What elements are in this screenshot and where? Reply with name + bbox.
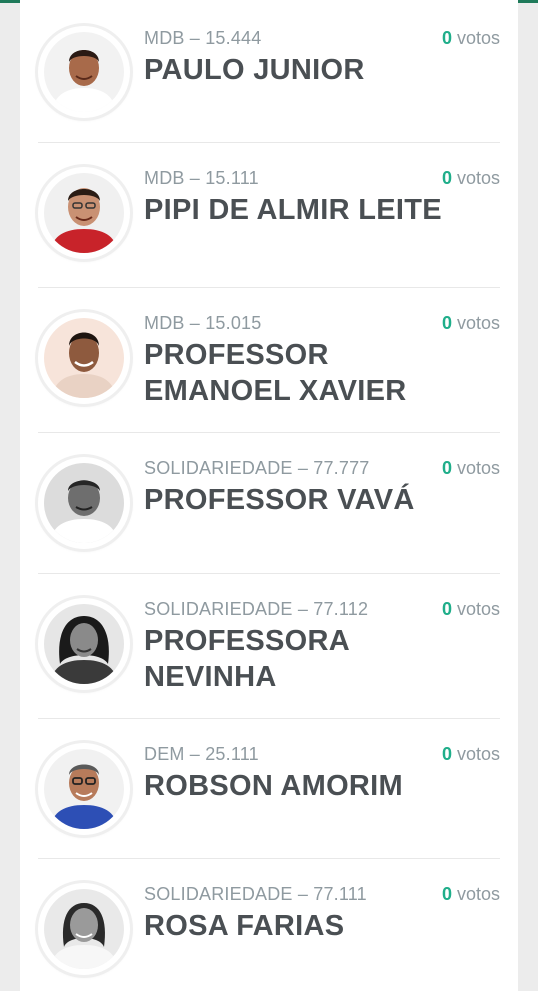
candidate-photo-icon (44, 463, 124, 543)
candidate-photo-icon (44, 173, 124, 253)
party-number: MDB – 15.015 (144, 313, 262, 333)
party-number: SOLIDARIEDADE – 77.111 (144, 884, 367, 904)
candidate-name: PIPI DE ALMIR LEITE (144, 194, 442, 226)
candidate-photo-icon (44, 318, 124, 398)
vote-count: 0 votos (441, 28, 500, 48)
candidate-name: PROFESSOR VAVÁ (144, 484, 415, 516)
candidate-row[interactable]: MDB – 15.015 PROFESSOR EMANOEL XAVIER 0v… (38, 288, 500, 433)
party-number: SOLIDARIEDADE – 77.777 (144, 458, 370, 478)
candidate-photo-icon (44, 889, 124, 969)
avatar (38, 457, 130, 549)
candidate-name: ROBSON AMORIM (144, 770, 403, 802)
candidate-row[interactable]: SOLIDARIEDADE – 77.111 ROSA FARIAS 0 voto… (38, 859, 500, 991)
party-number: MDB – 15.444 (144, 28, 262, 48)
avatar (38, 167, 130, 259)
vote-count: 0 votos (441, 599, 500, 619)
avatar (38, 26, 130, 118)
vote-count: 0 votos (441, 168, 500, 188)
avatar (38, 312, 130, 404)
candidate-row[interactable]: SOLIDARIEDADE – 77.112 PROFESSORA NEVINH… (38, 574, 500, 719)
candidate-name: PROFESSOR EMANOEL XAVIER (144, 339, 407, 407)
avatar (38, 883, 130, 975)
candidate-name: PROFESSORA NEVINHA (144, 625, 349, 693)
candidate-name: ROSA FARIAS (144, 910, 345, 942)
candidate-photo-icon (44, 749, 124, 829)
candidate-row[interactable]: DEM – 25.111 ROBSON AMORIM 0 votos (38, 719, 500, 859)
candidate-name: PAULO JUNIOR (144, 54, 365, 86)
avatar (38, 598, 130, 690)
candidate-row[interactable]: MDB – 15.111 PIPI DE ALMIR LEITE 0 votos (38, 143, 500, 288)
vote-count: 0 votos (441, 313, 500, 333)
vote-count: 0 votos (441, 884, 500, 904)
candidate-row[interactable]: SOLIDARIEDADE – 77.777 PROFESSOR VAVÁ 0v… (38, 433, 500, 574)
party-number: DEM – 25.111 (144, 744, 259, 764)
avatar (38, 743, 130, 835)
vote-count: 0 votos (441, 458, 500, 478)
party-number: MDB – 15.111 (144, 168, 259, 188)
party-number: SOLIDARIEDADE – 77.112 (144, 599, 369, 619)
candidate-photo-icon (44, 604, 124, 684)
vote-count: 0 votos (441, 744, 500, 764)
candidate-list: MDB – 15.444 PAULO JUNIOR 0 votos MDB – 1… (20, 0, 518, 991)
candidate-row[interactable]: MDB – 15.444 PAULO JUNIOR 0 votos (38, 0, 500, 143)
candidate-photo-icon (44, 32, 124, 112)
